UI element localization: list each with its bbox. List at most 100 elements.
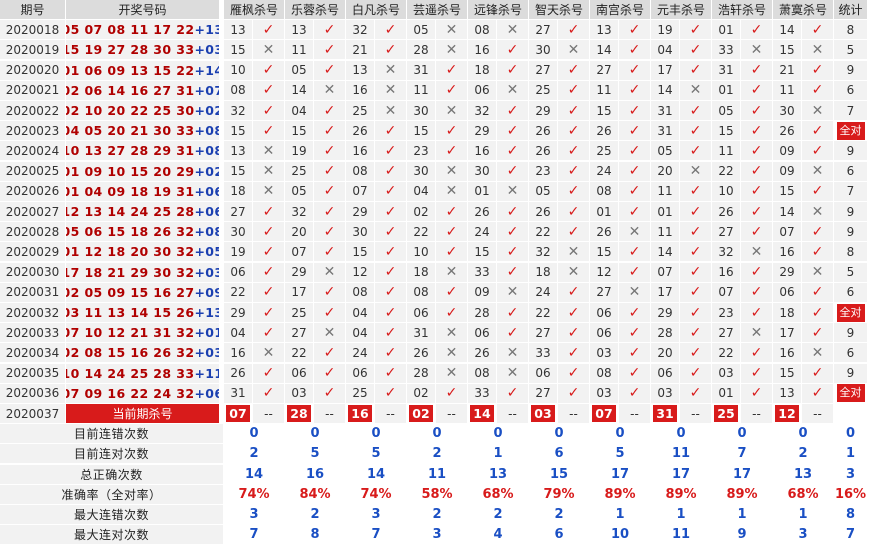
stat-value: 68% <box>773 484 834 505</box>
kill-number: 08 <box>346 161 375 182</box>
check-icon: ✓ <box>497 161 529 182</box>
kill-number: 15 <box>224 161 253 182</box>
period-cell: 2020029 <box>0 242 66 263</box>
draw-numbers: 04 05 20 21 30 33+08 <box>66 121 220 142</box>
check-icon: ✓ <box>314 121 346 142</box>
cross-icon: ✕ <box>558 40 590 61</box>
period-cell: 2020033 <box>0 323 66 344</box>
check-icon: ✓ <box>314 222 346 243</box>
count-cell: 7 <box>834 101 868 121</box>
kill-number: 27 <box>529 20 558 41</box>
stat-value: 3 <box>346 505 407 525</box>
check-icon: ✓ <box>253 202 285 222</box>
check-icon: ✓ <box>375 383 407 404</box>
draw-numbers: 03 11 13 14 15 26+13 <box>66 303 220 323</box>
kill-number: 17 <box>651 282 680 303</box>
current-period: 2020037 <box>0 404 66 424</box>
kill-number: 13 <box>285 20 314 41</box>
stat-value: 6 <box>529 525 590 546</box>
red-balls: 01 06 09 13 15 22 <box>66 62 195 78</box>
stat-value: 13 <box>773 464 834 485</box>
kill-number: 32 <box>468 101 497 121</box>
check-icon: ✓ <box>619 20 651 41</box>
kill-number: 15 <box>773 40 802 61</box>
check-icon: ✓ <box>680 222 712 243</box>
current-kill-value: 14 <box>470 405 494 422</box>
check-icon: ✓ <box>436 242 468 263</box>
blue-ball: +03 <box>194 42 219 58</box>
check-icon: ✓ <box>741 222 773 243</box>
kill-number: 13 <box>346 60 375 81</box>
check-icon: ✓ <box>680 242 712 263</box>
stat-label: 最大连对次数 <box>0 525 224 546</box>
check-icon: ✓ <box>314 181 346 202</box>
check-icon: ✓ <box>680 20 712 41</box>
pending-dash: -- <box>375 404 407 424</box>
check-icon: ✓ <box>314 282 346 303</box>
stat-label: 准确率（全对率） <box>0 484 224 505</box>
cross-icon: ✕ <box>802 343 834 364</box>
kill-number: 15 <box>285 121 314 142</box>
pending-dash: -- <box>558 404 590 424</box>
kill-number: 24 <box>529 282 558 303</box>
header-expert: 元丰杀号 <box>651 0 712 20</box>
kill-number: 30 <box>224 222 253 243</box>
stat-value: 2 <box>407 444 468 465</box>
check-icon: ✓ <box>314 363 346 384</box>
kill-number: 16 <box>224 343 253 364</box>
kill-number: 25 <box>346 101 375 121</box>
check-icon: ✓ <box>741 101 773 121</box>
kill-number: 08 <box>224 80 253 101</box>
count-cell: 9 <box>834 60 868 81</box>
check-icon: ✓ <box>802 181 834 202</box>
kill-number: 13 <box>773 383 802 404</box>
cross-icon: ✕ <box>436 323 468 344</box>
kill-number: 04 <box>346 323 375 344</box>
kill-number: 16 <box>468 40 497 61</box>
kill-number: 31 <box>712 60 741 81</box>
period-cell: 2020019 <box>0 40 66 61</box>
check-icon: ✓ <box>680 363 712 384</box>
kill-number: 07 <box>651 262 680 283</box>
stat-label: 总正确次数 <box>0 464 224 485</box>
check-icon: ✓ <box>558 202 590 222</box>
red-balls: 12 13 14 24 25 28 <box>66 204 195 219</box>
stat-value: 2 <box>407 505 468 525</box>
count-cell: 7 <box>834 181 868 202</box>
kill-number: 18 <box>529 262 558 283</box>
kill-number: 28 <box>468 303 497 323</box>
kill-number: 29 <box>285 262 314 283</box>
stat-value: 79% <box>529 484 590 505</box>
kill-number: 11 <box>773 80 802 101</box>
kill-number: 11 <box>651 181 680 202</box>
kill-number: 18 <box>224 181 253 202</box>
kill-number: 27 <box>224 202 253 222</box>
check-icon: ✓ <box>314 141 346 162</box>
kill-number: 29 <box>224 303 253 323</box>
blue-ball: +02 <box>194 103 219 118</box>
kill-number-table: 期号 开奖号码 雁枫杀号 乐蓉杀号 白凡杀号 芸遥杀号 远锋杀号 智天杀号 南宫杀号 元丰杀号 浩轩… <box>0 0 874 559</box>
check-icon: ✓ <box>802 121 834 142</box>
kill-number: 17 <box>285 282 314 303</box>
pending-dash: -- <box>619 404 651 424</box>
kill-number: 20 <box>285 222 314 243</box>
kill-number: 26 <box>346 121 375 142</box>
stat-value: 1 <box>712 505 773 525</box>
kill-number: 31 <box>651 121 680 142</box>
stat-value: 2 <box>529 505 590 525</box>
check-icon: ✓ <box>375 141 407 162</box>
kill-number: 26 <box>712 202 741 222</box>
kill-number: 15 <box>590 242 619 263</box>
kill-number: 32 <box>712 242 741 263</box>
stat-value: 5 <box>285 444 346 465</box>
kill-number: 10 <box>712 181 741 202</box>
check-icon: ✓ <box>375 282 407 303</box>
kill-number: 05 <box>407 20 436 41</box>
kill-number: 05 <box>712 101 741 121</box>
kill-number: 12 <box>346 262 375 283</box>
check-icon: ✓ <box>680 181 712 202</box>
cross-icon: ✕ <box>253 141 285 162</box>
kill-number: 26 <box>468 202 497 222</box>
count-cell: 5 <box>834 40 868 61</box>
stat-total: 16% <box>834 484 868 505</box>
